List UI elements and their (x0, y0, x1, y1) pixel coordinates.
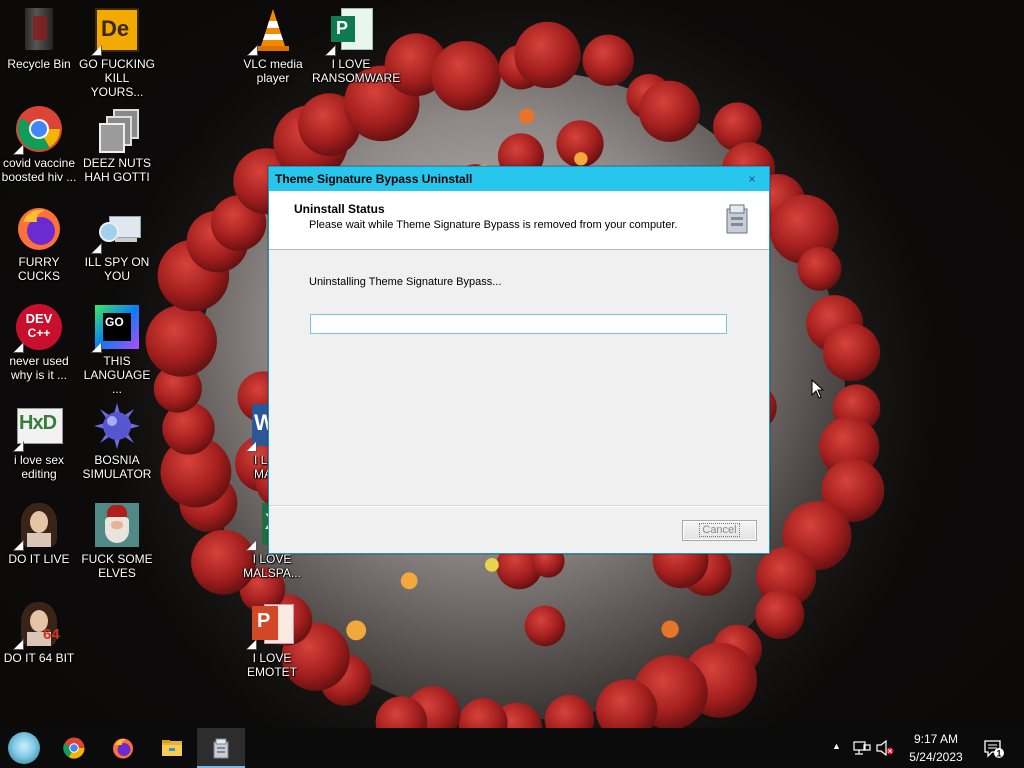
desktop-icon-go-fucking-kill[interactable]: De GO FUCKING KILL YOURS... (78, 6, 156, 99)
desktop-icon-label: GO FUCKING KILL YOURS... (78, 57, 155, 99)
recycle-bin-icon (15, 6, 63, 54)
status-text: Uninstalling Theme Signature Bypass... (309, 276, 502, 288)
installer-package-icon (213, 738, 229, 759)
virus-envelope-protein (400, 572, 418, 590)
dialog-footer: Cancel (269, 505, 769, 553)
desktop-icon-deez-nuts[interactable]: DEEZ NUTS HAH GOTTI (78, 105, 156, 184)
firefox-icon (15, 204, 63, 252)
desktop-icon-label: never used why is it ... (9, 354, 69, 382)
desktop-icon-i-love-emotet[interactable]: P I LOVE EMOTET (232, 600, 312, 679)
dialog-header: Uninstall Status Please wait while Theme… (269, 191, 769, 250)
tray-chevron-up-icon[interactable]: ▲ (832, 741, 841, 751)
virus-envelope-protein (574, 152, 588, 166)
virus-spike (823, 323, 881, 381)
desktop-icon-label: VLC media player (243, 57, 303, 85)
virus-spike (755, 590, 805, 640)
desktop-icon-fuck-some-elves[interactable]: FUCK SOME ELVES (78, 501, 156, 580)
clock-time[interactable]: 9:17 AM (911, 732, 961, 746)
adobe-dimension-icon: De (91, 6, 141, 56)
uninstall-progress-bar (310, 314, 727, 334)
folder-icon (162, 740, 182, 756)
dwarf-icon (93, 501, 141, 549)
cancel-button[interactable]: Cancel (682, 520, 757, 541)
notification-count: 1 (996, 749, 1001, 759)
desktop-icon-ill-spy-on-you[interactable]: ILL SPY ON YOU (78, 204, 156, 283)
desktop-icon-label: covid vaccine boosted hiv ... (1, 156, 77, 184)
anime-avatar-start-icon (8, 732, 40, 764)
notification-center-icon[interactable]: 1 (983, 739, 1005, 759)
desktop-icon-label: I LOVE MALSPA... (243, 552, 301, 580)
desktop-icon-this-language[interactable]: GO THIS LANGUAGE ... (78, 303, 156, 396)
desktop-icon-label: BOSNIA SIMULATOR (82, 453, 152, 481)
taskbar: ▲ 9:17 AM 5/24/2023 1 (0, 728, 1024, 768)
desktop-icon-label: ILL SPY ON YOU (84, 255, 150, 283)
vlc-cone-icon (247, 6, 297, 56)
desktop-icon-label: I LOVE EMOTET (247, 651, 297, 679)
desktop-icon-label: i love sex editing (13, 453, 65, 481)
virus-spike (797, 246, 842, 291)
goland-icon: GO (91, 303, 141, 353)
chrome-icon (13, 105, 63, 155)
virus-envelope-protein (661, 620, 679, 638)
desktop-icon-label: DO IT LIVE (8, 552, 70, 566)
virus-envelope-protein (485, 558, 499, 572)
desktop-icon-vlc[interactable]: VLC media player (234, 6, 312, 85)
cancel-label: Cancel (699, 523, 740, 537)
taskbar-chrome[interactable] (50, 728, 98, 768)
desktop-icon-label: I LOVE RANSOMWARE (312, 57, 401, 85)
remote-desktop-icon (91, 204, 141, 254)
header-title: Uninstall Status (294, 202, 385, 216)
hxd-hex-editor-icon: HxD (13, 402, 63, 452)
portrait-64-icon: 64 (13, 600, 63, 650)
desktop-icon-covid-vaccine[interactable]: covid vaccine boosted hiv ... (0, 105, 78, 184)
desktop-icon-recycle-bin[interactable]: Recycle Bin (0, 6, 78, 71)
dialog-body: Uninstalling Theme Signature Bypass... (269, 250, 769, 504)
desktop-icon-label: FURRY CUCKS (17, 255, 60, 283)
desktop-icon-label: DEEZ NUTS HAH GOTTI (82, 156, 151, 184)
close-icon[interactable]: × (745, 172, 759, 186)
taskbar-file-explorer[interactable] (148, 728, 196, 768)
desktop-icon-label: THIS LANGUAGE ... (83, 354, 151, 396)
desktop-icon-label: Recycle Bin (7, 57, 71, 71)
ms-project-icon: P (325, 6, 375, 56)
uninstall-dialog: Theme Signature Bypass Uninstall × Unins… (268, 166, 770, 554)
header-subtitle: Please wait while Theme Signature Bypass… (309, 219, 678, 231)
firefox-icon (113, 738, 133, 759)
clock-date[interactable]: 5/24/2023 (903, 750, 969, 764)
dialog-titlebar[interactable]: Theme Signature Bypass Uninstall × (269, 167, 769, 191)
volume-muted-icon[interactable] (876, 740, 894, 756)
desktop-icon-bosnia-simulator[interactable]: BOSNIA SIMULATOR (78, 402, 156, 481)
desktop-icon-label: FUCK SOME ELVES (81, 552, 153, 580)
dialog-title: Theme Signature Bypass Uninstall (275, 172, 473, 186)
desktop-icon-do-it-live[interactable]: DO IT LIVE (0, 501, 78, 566)
desktop-icon-do-it-64-bit[interactable]: 64 DO IT 64 BIT (0, 600, 78, 665)
installer-package-icon (723, 203, 751, 235)
portrait-icon (13, 501, 63, 551)
spiked-ball-icon (93, 402, 141, 450)
mouse-cursor-icon (811, 379, 825, 399)
virus-envelope-protein (346, 620, 367, 641)
network-icon[interactable] (853, 740, 871, 756)
taskbar-uninstaller-active[interactable] (197, 728, 245, 768)
virus-spike (431, 41, 501, 111)
virus-spike (524, 605, 566, 647)
windows-copy-icon (93, 105, 141, 153)
start-button[interactable] (0, 728, 48, 768)
chrome-icon (63, 737, 85, 759)
dev-cpp-icon: DEV C++ (13, 303, 63, 353)
virus-spike (582, 34, 634, 86)
desktop-icon-furry-cucks[interactable]: FURRY CUCKS (0, 204, 78, 283)
desktop-icon-never-used[interactable]: DEV C++ never used why is it ... (0, 303, 78, 382)
taskbar-firefox[interactable] (99, 728, 147, 768)
desktop-icon-i-love-sex-editing[interactable]: HxD i love sex editing (0, 402, 78, 481)
virus-envelope-protein (519, 108, 535, 124)
virus-spike (638, 80, 701, 142)
virus-spike (145, 305, 217, 377)
virus-spike (514, 21, 581, 89)
ms-powerpoint-icon: P (246, 600, 296, 650)
desktop-icon-label: DO IT 64 BIT (3, 651, 75, 665)
desktop-icon-i-love-ransomware[interactable]: P I LOVE RANSOMWARE (312, 6, 401, 85)
